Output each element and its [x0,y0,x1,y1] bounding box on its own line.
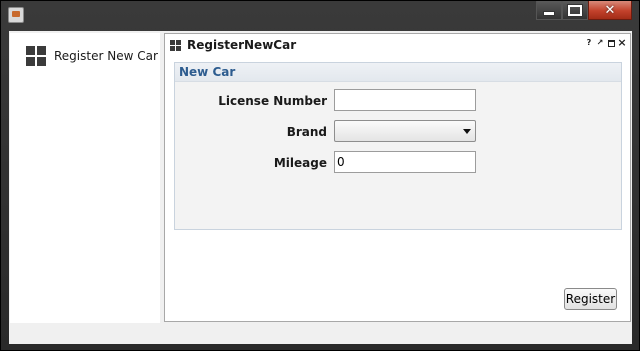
nav-item-label: Register New Car [54,49,158,63]
license-number-input[interactable] [334,89,476,111]
mileage-row: Mileage [175,151,621,175]
maximize-button[interactable] [562,1,588,20]
close-button[interactable]: ✕ [588,1,632,20]
section-title: New Car [175,63,621,82]
window-controls: ✕ [536,1,632,21]
maximize-icon [568,4,582,16]
java-cup-icon [8,7,24,23]
frame-close-icon[interactable]: × [617,37,626,48]
navigation-panel: Register New Car [10,33,160,323]
app-window: ✕ Register New Car RegisterNewCar ? ↗ × … [0,0,640,351]
undock-icon[interactable]: ↗ [596,39,604,47]
mileage-label: Mileage [273,156,327,170]
help-icon[interactable]: ? [585,39,593,47]
nav-item-register-new-car[interactable]: Register New Car [26,45,158,67]
maximize-icon [607,39,615,47]
license-number-row: License Number [175,89,621,113]
title-bar[interactable]: ✕ [1,1,639,29]
frame-controls: ? ↗ × [585,37,627,48]
grid-icon [170,39,181,51]
mileage-input[interactable] [334,151,476,173]
close-icon: ✕ [604,2,616,18]
chevron-down-icon [463,129,471,134]
frame-title: RegisterNewCar [187,38,297,52]
minimize-button[interactable] [536,1,562,20]
minimize-icon [543,11,555,16]
new-car-section: New Car License Number Brand Mileage [174,62,622,230]
license-number-label: License Number [218,94,327,108]
brand-row: Brand [175,120,621,144]
client-area: Register New Car RegisterNewCar ? ↗ × Ne… [9,31,632,344]
frame-title-bar[interactable]: RegisterNewCar [170,37,296,53]
grid-icon [26,46,46,66]
register-button[interactable]: Register [564,288,617,310]
brand-label: Brand [286,125,327,139]
register-new-car-frame: RegisterNewCar ? ↗ × New Car License Num… [164,33,631,322]
frame-maximize-button[interactable] [607,39,615,47]
brand-select[interactable] [334,120,476,142]
